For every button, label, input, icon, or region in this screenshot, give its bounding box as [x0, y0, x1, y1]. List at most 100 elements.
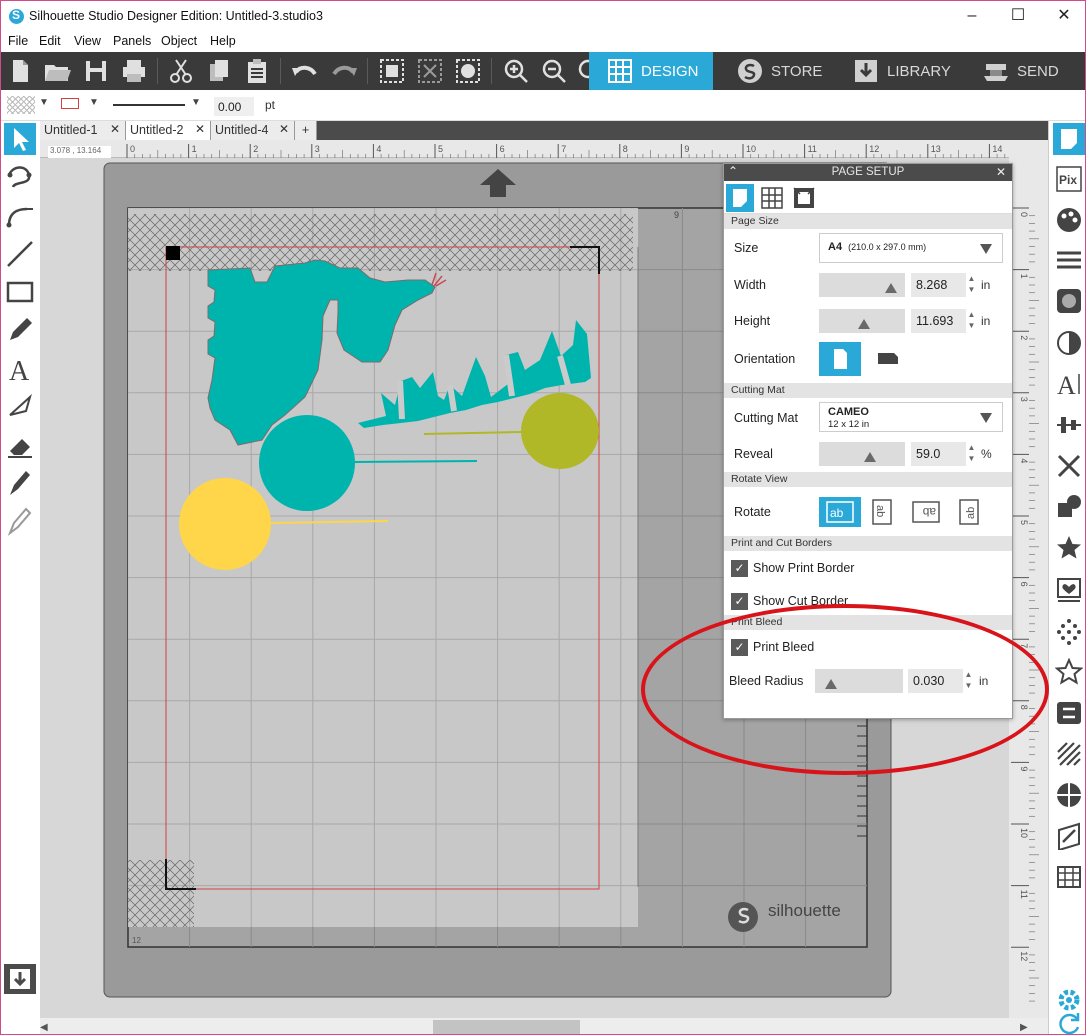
contrast-icon[interactable]: [1055, 329, 1083, 357]
doc-tab-active[interactable]: Untitled-2 ✕: [126, 121, 211, 140]
undo-icon[interactable]: [290, 56, 320, 86]
bezier-icon[interactable]: [4, 199, 36, 231]
width-slider[interactable]: [819, 273, 905, 297]
cut-icon[interactable]: [166, 56, 196, 86]
panel-close-icon[interactable]: ✕: [996, 164, 1006, 181]
new-file-icon[interactable]: [5, 56, 35, 86]
library-icon[interactable]: [1055, 576, 1083, 604]
select-tool[interactable]: [4, 123, 36, 155]
close-button[interactable]: ✕: [1051, 5, 1077, 27]
close-tab-icon[interactable]: ✕: [110, 122, 120, 136]
show-cut-border-checkbox[interactable]: ✓: [731, 593, 748, 610]
collapse-icon[interactable]: ⌃: [728, 163, 738, 180]
copy-icon[interactable]: [204, 56, 234, 86]
fill-swatch[interactable]: [7, 96, 35, 114]
open-folder-icon[interactable]: [42, 56, 72, 86]
reveal-slider[interactable]: [819, 442, 905, 466]
menu-edit[interactable]: Edit: [39, 34, 61, 48]
width-input[interactable]: 8.268: [911, 273, 966, 297]
offset-icon[interactable]: [1055, 699, 1083, 727]
scroll-right-icon[interactable]: ▶: [1020, 1022, 1028, 1033]
emboss-icon[interactable]: [1055, 822, 1083, 850]
paste-icon[interactable]: [242, 56, 272, 86]
height-slider[interactable]: [819, 309, 905, 333]
warp-icon[interactable]: [1055, 863, 1083, 891]
rotate-0-button[interactable]: ab: [819, 497, 861, 527]
eyedropper-tool-icon[interactable]: [4, 505, 36, 537]
redo-icon[interactable]: [329, 56, 359, 86]
close-tab-icon[interactable]: ✕: [195, 122, 205, 136]
tab-design[interactable]: DESIGN: [589, 52, 713, 90]
refresh-icon[interactable]: [1055, 1009, 1083, 1035]
library-save-button[interactable]: [4, 964, 36, 994]
registration-marks-icon[interactable]: [790, 184, 818, 212]
rotate-90-button[interactable]: ab: [861, 497, 903, 527]
doc-tab[interactable]: Untitled-1 ✕: [40, 121, 126, 140]
page-setup-tab[interactable]: [726, 184, 754, 212]
new-tab-button[interactable]: +: [295, 121, 317, 140]
tab-send[interactable]: SEND: [963, 52, 1085, 90]
text-tool-icon[interactable]: A: [4, 353, 36, 385]
line-style-dropdown-icon[interactable]: ▼: [191, 97, 201, 108]
slider-thumb[interactable]: [885, 283, 897, 293]
line-style-icon[interactable]: [1055, 246, 1083, 274]
ungroup-icon[interactable]: [415, 56, 445, 86]
reveal-input[interactable]: 59.0: [911, 442, 966, 466]
rectangle-tool-icon[interactable]: [4, 276, 36, 308]
line-tool-icon[interactable]: [4, 238, 36, 270]
color-palette-icon[interactable]: [453, 56, 483, 86]
pixscan-icon[interactable]: Pix: [1055, 165, 1083, 193]
menu-view[interactable]: View: [74, 34, 101, 48]
print-icon[interactable]: [119, 56, 149, 86]
replicate-icon[interactable]: [1055, 493, 1083, 521]
zoom-fit-icon[interactable]: [575, 56, 589, 86]
menu-help[interactable]: Help: [210, 34, 236, 48]
menu-object[interactable]: Object: [161, 34, 197, 48]
scroll-left-icon[interactable]: ◀: [40, 1022, 48, 1033]
page-setup-panel-button[interactable]: [1053, 123, 1085, 155]
line-width-input[interactable]: 0.00: [214, 97, 254, 116]
menu-panels[interactable]: Panels: [113, 34, 151, 48]
height-input[interactable]: 11.693: [911, 309, 966, 333]
width-spinner[interactable]: ▲ ▼: [967, 273, 976, 297]
cutting-mat-dropdown[interactable]: CAMEO 12 x 12 in: [819, 402, 1003, 432]
zoom-in-icon[interactable]: [501, 56, 531, 86]
horizontal-scrollbar[interactable]: ◀ ▶: [40, 1018, 1048, 1034]
fill-color-icon[interactable]: [1055, 206, 1083, 234]
line-style-preview[interactable]: [113, 104, 185, 106]
fill-dropdown-icon[interactable]: ▼: [39, 97, 49, 108]
knife-tool-icon[interactable]: [4, 391, 36, 423]
favorites-icon[interactable]: [1055, 658, 1083, 686]
text-style-icon[interactable]: A: [1055, 370, 1083, 398]
save-icon[interactable]: [81, 56, 111, 86]
height-spinner[interactable]: ▲ ▼: [967, 309, 976, 333]
pencil-tool-icon[interactable]: [4, 314, 36, 346]
show-print-border-checkbox[interactable]: ✓: [731, 560, 748, 577]
eraser-tool-icon[interactable]: [4, 429, 36, 461]
scrollbar-thumb[interactable]: [433, 1020, 580, 1034]
rotate-180-button[interactable]: ab: [905, 497, 947, 527]
align-icon[interactable]: [1055, 411, 1083, 439]
slider-thumb[interactable]: [864, 452, 876, 462]
tab-store[interactable]: STORE: [713, 52, 833, 90]
rotate-270-button[interactable]: ab: [948, 497, 990, 527]
edit-points-icon[interactable]: [4, 161, 36, 193]
line-color-dropdown-icon[interactable]: ▼: [89, 97, 99, 108]
doc-tab[interactable]: Untitled-4 ✕: [211, 121, 295, 140]
weld-icon[interactable]: [1055, 781, 1083, 809]
pen-tool-icon[interactable]: [4, 467, 36, 499]
trace-icon[interactable]: [1055, 287, 1083, 315]
landscape-button[interactable]: [867, 342, 909, 376]
grid-settings-icon[interactable]: [758, 184, 786, 212]
menu-file[interactable]: File: [8, 34, 28, 48]
sketch-icon[interactable]: [1055, 617, 1083, 645]
close-tab-icon[interactable]: ✕: [279, 122, 289, 136]
portrait-button[interactable]: [819, 342, 861, 376]
line-color-swatch[interactable]: [61, 98, 79, 109]
slider-thumb[interactable]: [858, 319, 870, 329]
maximize-button[interactable]: ☐: [1005, 5, 1031, 27]
zoom-out-icon[interactable]: [539, 56, 569, 86]
tab-library[interactable]: LIBRARY: [833, 52, 963, 90]
transform-icon[interactable]: [1055, 452, 1083, 480]
group-icon[interactable]: [377, 56, 407, 86]
